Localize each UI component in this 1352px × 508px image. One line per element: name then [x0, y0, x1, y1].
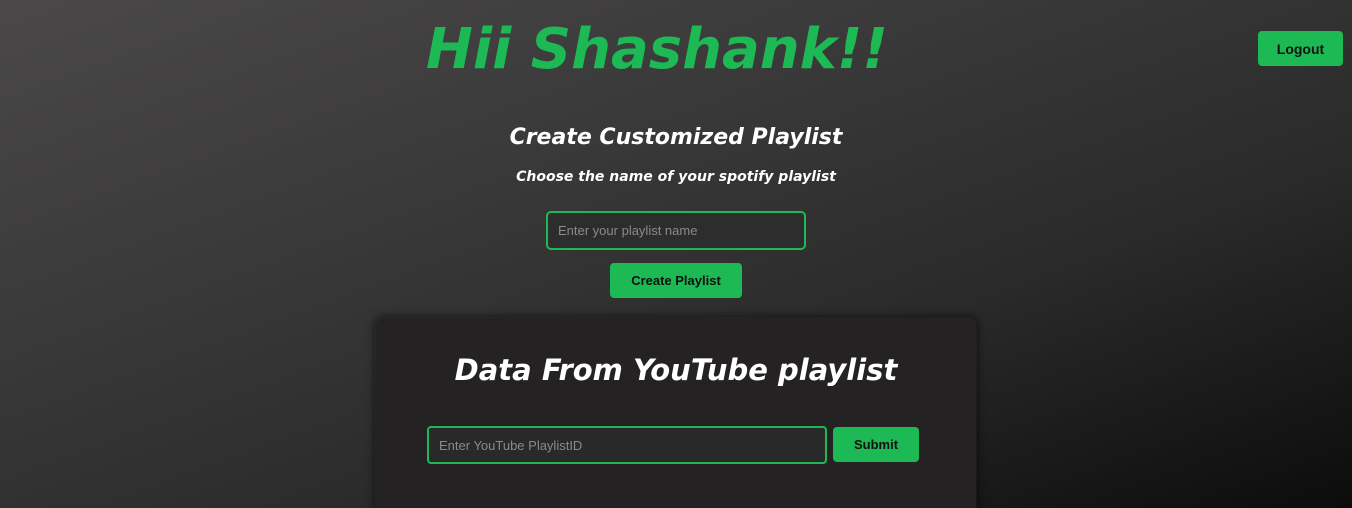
submit-button[interactable]: Submit	[833, 427, 919, 462]
logout-button[interactable]: Logout	[1258, 31, 1343, 66]
create-playlist-title: Create Customized Playlist	[509, 125, 843, 150]
create-playlist-button[interactable]: Create Playlist	[610, 263, 742, 298]
youtube-playlist-id-input[interactable]	[427, 426, 827, 464]
create-playlist-section: Create Customized Playlist Choose the na…	[0, 118, 1352, 186]
youtube-playlist-card: Data From YouTube playlist Submit	[376, 318, 976, 508]
greeting-title: Hii Shashank!!	[426, 17, 888, 82]
playlist-name-input[interactable]	[546, 211, 806, 250]
create-playlist-subtitle: Choose the name of your spotify playlist	[516, 169, 836, 185]
youtube-card-title: Data From YouTube playlist	[454, 353, 898, 387]
